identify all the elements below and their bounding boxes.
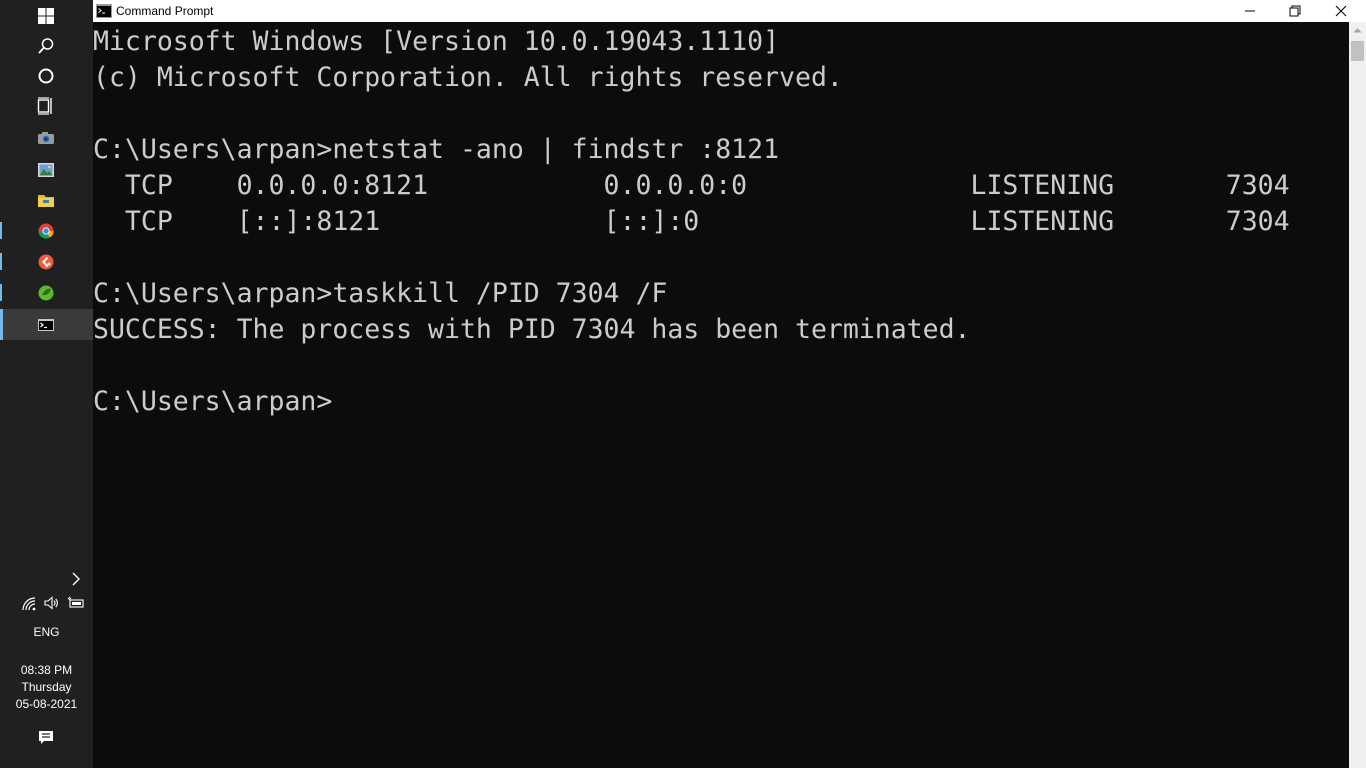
chevron-right-icon: [72, 572, 80, 586]
taskbar-app-command-prompt[interactable]: [0, 309, 93, 340]
taskbar-app-chrome[interactable]: [0, 215, 93, 246]
wifi-icon: [22, 597, 36, 611]
clock-date: 05-08-2021: [15, 697, 78, 711]
close-button[interactable]: [1318, 0, 1363, 22]
show-hidden-icons-button[interactable]: [68, 571, 84, 587]
taskbar-app-green[interactable]: [0, 277, 93, 308]
chrome-icon: [38, 223, 54, 239]
scroll-up-arrow-icon[interactable]: [1353, 27, 1362, 33]
taskbar: ENG 08:38 PM Thursday 05-08-2021: [0, 0, 93, 768]
taskbar-app-photos[interactable]: [0, 154, 93, 185]
console-line: TCP 0.0.0.0:8121 0.0.0.0:0 LISTENING 730…: [93, 170, 1290, 201]
command-prompt-icon: [38, 319, 54, 331]
minimize-icon: [1245, 10, 1255, 12]
restore-button[interactable]: [1272, 0, 1317, 22]
windows-start-icon: [38, 8, 54, 24]
command-prompt-icon: [96, 4, 112, 18]
console-line: SUCCESS: The process with PID 7304 has b…: [93, 314, 971, 345]
console-output[interactable]: Microsoft Windows [Version 10.0.19043.11…: [93, 22, 1349, 768]
search-icon: [38, 38, 54, 54]
search-button[interactable]: [0, 30, 93, 61]
console-line: C:\Users\arpan>netstat -ano | findstr :8…: [93, 134, 780, 165]
start-button[interactable]: [0, 0, 93, 31]
notification-icon: [39, 731, 53, 744]
taskbar-app-red[interactable]: [0, 246, 93, 277]
console-prompt-line[interactable]: C:\Users\arpan>: [93, 384, 332, 420]
battery-button[interactable]: [67, 595, 84, 611]
task-view-button[interactable]: [0, 90, 93, 121]
file-explorer-icon: [38, 195, 54, 207]
console-line: C:\Users\arpan>taskkill /PID 7304 /F: [93, 278, 668, 309]
console-line: (c) Microsoft Corporation. All rights re…: [93, 62, 843, 93]
console-line: Microsoft Windows [Version 10.0.19043.11…: [93, 26, 780, 57]
photos-icon: [38, 163, 54, 177]
window-title: Command Prompt: [116, 4, 214, 18]
vertical-scrollbar[interactable]: [1349, 22, 1366, 768]
volume-icon: [44, 596, 58, 610]
network-button[interactable]: [21, 596, 37, 612]
battery-charging-icon: [67, 596, 84, 608]
close-icon: [1335, 5, 1347, 17]
minimize-button[interactable]: [1227, 0, 1272, 22]
scrollbar-thumb[interactable]: [1351, 41, 1364, 61]
volume-button[interactable]: [43, 595, 59, 611]
action-center-button[interactable]: [38, 730, 54, 746]
console-line: TCP [::]:8121 [::]:0 LISTENING 7304: [93, 206, 1290, 237]
app-green-icon: [38, 285, 54, 301]
language-indicator[interactable]: ENG: [0, 624, 93, 640]
clock-time: 08:38 PM: [20, 663, 73, 677]
clock-day: Thursday: [21, 680, 72, 694]
camera-icon: [38, 132, 54, 144]
cortana-icon: [38, 68, 54, 84]
title-bar[interactable]: Command Prompt: [93, 0, 1366, 22]
cortana-button[interactable]: [0, 60, 93, 91]
app-red-icon: [38, 254, 54, 270]
taskbar-app-camera[interactable]: [0, 122, 93, 153]
restore-icon: [1289, 5, 1301, 17]
taskbar-app-file-explorer[interactable]: [0, 184, 93, 215]
task-view-icon: [37, 97, 52, 115]
